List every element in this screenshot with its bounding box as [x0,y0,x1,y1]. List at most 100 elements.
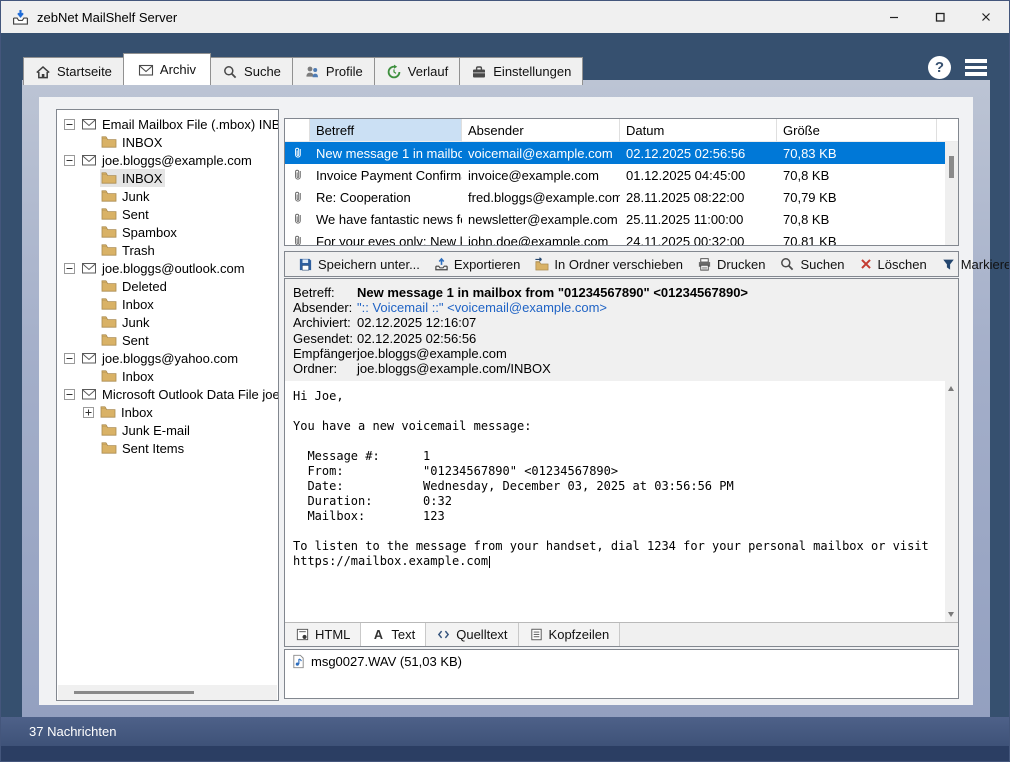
tree-item-sent[interactable]: Sent [57,205,278,223]
tree-item-inbox[interactable]: INBOX [57,133,278,151]
tree-item-junk[interactable]: Junk [57,313,278,331]
question-mark-icon: ? [935,59,944,76]
tree-item-content: Junk [100,313,152,331]
message-row[interactable]: Re: Cooperationfred.bloggs@example.com28… [285,186,958,208]
tree-item-spambox[interactable]: Spambox [57,223,278,241]
menu-button[interactable] [965,59,987,76]
message-list-header: BetreffAbsenderDatumGröße [285,119,958,142]
toolbar-button-suchen[interactable]: Suchen [772,253,851,275]
tree-horizontal-scrollbar[interactable] [58,685,277,700]
message-row[interactable]: Invoice Payment Confirma...invoice@examp… [285,164,958,186]
detail-label: Betreff: [293,285,357,300]
toolbar-button-in-ordner-verschieben[interactable]: In Ordner verschieben [527,253,690,275]
tree-item-microsoft-outlook-data-file-joe-bl[interactable]: Microsoft Outlook Data File joe.bl [57,385,278,403]
text-view-icon: A [371,627,386,642]
attachment-cell [285,212,310,226]
view-tab-text[interactable]: AText [361,623,426,646]
message-row[interactable]: For your eyes only: New ke...john.doe@ex… [285,230,958,246]
tree-item-label: Junk [122,315,149,330]
sender-cell: fred.bloggs@example.com [462,190,620,205]
subject-cell: For your eyes only: New ke... [310,234,462,247]
column-header-Absender[interactable]: Absender [462,119,620,142]
expand-minus-icon[interactable] [64,119,75,130]
tree-item-label: INBOX [122,135,162,150]
body-vertical-scrollbar[interactable] [945,381,958,622]
tab-einstellungen[interactable]: Einstellungen [459,57,583,85]
scrollbar-thumb[interactable] [74,691,194,694]
expand-minus-icon[interactable] [64,155,75,166]
mail-preview-panel: Betreff:New message 1 in mailbox from "0… [284,278,959,647]
tab-startseite[interactable]: Startseite [23,57,124,85]
home-icon [35,64,51,80]
message-row[interactable]: New message 1 in mailbox ...voicemail@ex… [285,142,958,164]
subject-cell: We have fantastic news for... [310,212,462,227]
toolbar-button-drucken[interactable]: Drucken [690,253,772,275]
folder-icon [101,296,117,312]
column-header-icon[interactable] [285,119,310,142]
tree-item-deleted[interactable]: Deleted [57,277,278,295]
toolbar-button-speichern-unter[interactable]: Speichern unter... [291,253,427,275]
message-list-panel: BetreffAbsenderDatumGröße New message 1 … [284,118,959,246]
tree-item-inbox[interactable]: Inbox [57,367,278,385]
list-vertical-scrollbar[interactable] [945,142,958,245]
tab-verlauf[interactable]: Verlauf [374,57,460,85]
window-frame: Startseite Archiv SucheProfileVerlaufEinst… [1,33,1009,761]
tab-suche[interactable]: Suche [210,57,293,85]
column-header-Datum[interactable]: Datum [620,119,777,142]
folder-icon [100,404,116,420]
column-header-Größe[interactable]: Größe [777,119,937,142]
tree-item-sent-items[interactable]: Sent Items [57,439,278,457]
toolbar-button-label: Drucken [717,257,765,272]
toolbar-button-löschen[interactable]: Löschen [852,253,934,275]
detail-label: Absender: [293,300,357,315]
printer-icon [697,257,712,272]
tree-item-content: Junk E-mail [100,421,193,439]
scroll-up-arrow-icon[interactable] [948,386,954,391]
tree-item-trash[interactable]: Trash [57,241,278,259]
tree-item-sent[interactable]: Sent [57,331,278,349]
view-tab-quelltext[interactable]: Quelltext [426,623,518,646]
tree-item-inbox[interactable]: Inbox [57,403,278,421]
tab-archiv[interactable]: Archiv [123,53,211,85]
expand-plus-icon[interactable] [83,407,94,418]
close-button[interactable] [963,1,1009,33]
tree-item-label: joe.bloggs@yahoo.com [102,351,238,366]
folder-icon [101,242,117,258]
tab-profile[interactable]: Profile [292,57,375,85]
expand-minus-icon[interactable] [64,263,75,274]
attachment-item[interactable]: msg0027.WAV (51,03 KB) [291,654,462,669]
tab-label: Archiv [160,62,196,77]
maximize-button[interactable] [917,1,963,33]
tree-item-junk[interactable]: Junk [57,187,278,205]
delete-icon [859,257,873,271]
tree-item-content: Sent Items [100,439,187,457]
detail-label: Ordner: [293,361,357,376]
message-row[interactable]: We have fantastic news for...newsletter@… [285,208,958,230]
sender-cell: john.doe@example.com [462,234,620,247]
detail-label: Empfänger: [293,346,357,361]
tree-item-inbox[interactable]: INBOX [57,169,278,187]
tree-item-junk-e-mail[interactable]: Junk E-mail [57,421,278,439]
tree-item-joe-bloggs-yahoo-com[interactable]: joe.bloggs@yahoo.com [57,349,278,367]
toolbar-button-markieren[interactable]: Markieren [934,253,1010,275]
paperclip-icon [291,190,305,204]
toolbar-button-exportieren[interactable]: Exportieren [427,253,527,275]
scrollbar-thumb[interactable] [949,156,954,178]
help-button[interactable]: ? [928,56,951,79]
tree-item-label: Junk [122,189,149,204]
mailbox-icon [81,152,97,168]
view-tab-kopfzeilen[interactable]: Kopfzeilen [519,623,621,646]
expand-minus-icon[interactable] [64,389,75,400]
main-content: Email Mailbox File (.mbox) INBOXINBOXjoe… [39,97,973,705]
tree-item-joe-bloggs-outlook-com[interactable]: joe.bloggs@outlook.com [57,259,278,277]
tree-item-joe-bloggs-example-com[interactable]: joe.bloggs@example.com [57,151,278,169]
column-header-Betreff[interactable]: Betreff [310,119,462,142]
detail-value[interactable]: ":: Voicemail ::" <voicemail@example.com… [357,300,607,315]
tree-item-email-mailbox-file-mbox-inbox[interactable]: Email Mailbox File (.mbox) INBOX [57,115,278,133]
minimize-button[interactable] [871,1,917,33]
expand-minus-icon[interactable] [64,353,75,364]
scroll-down-arrow-icon[interactable] [948,612,954,617]
date-cell: 28.11.2025 08:22:00 [620,190,777,205]
view-tab-html[interactable]: HTML [285,623,361,646]
tree-item-inbox[interactable]: Inbox [57,295,278,313]
